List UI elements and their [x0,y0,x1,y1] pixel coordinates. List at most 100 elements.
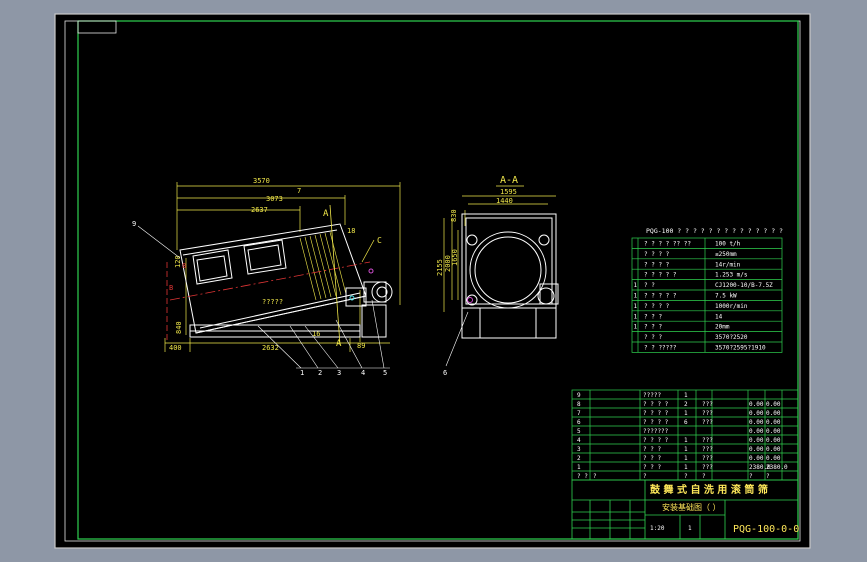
bom-cell-mat: ??? [702,401,713,408]
callout-4: 4 [361,369,365,377]
bom-cell-qty: 2 [684,401,688,408]
bom-cell-name: ??????? [643,428,669,435]
center-note: ????? [262,298,283,306]
parameter-table-title: PQG-100 ? ? ? ? ? ? ? ? ? ? ? ? ? ? [646,227,783,235]
section-label-a-bottom: A [336,339,342,349]
dim-offset: 400 [169,344,182,352]
bom-cell-name: ? ? ? ? [643,410,669,417]
dim-h-d: 830 [450,209,458,222]
bom-cell-qty: 1 [684,437,688,444]
bom-cell-no: 7 [577,410,581,417]
bom-cell-w2: 0.00 [766,446,781,453]
param-name: ? ? ? ? [644,261,670,268]
param-name: ? ? ? [644,334,662,341]
dim-right-h: 89 [357,342,365,350]
bom-cell-w2: ? [766,473,770,480]
bom-cell-no: 8 [577,401,581,408]
callout-5: 5 [383,369,387,377]
param-value: 20mm [715,324,730,331]
drawing-scale: 1:20 [650,525,665,532]
param-name: ? ? ????? [644,345,677,352]
param-value: 3570?2520 [715,334,748,341]
param-name: ? ? ? ? ?? ?? [644,241,691,248]
bom-cell-no: 9 [577,392,581,399]
dim-height: 840 [175,321,183,334]
param-name: ? ? ? ? [644,303,670,310]
param-value: 1.253 m/s [715,272,748,279]
dim-w-inner: 1440 [496,197,513,205]
bom-cell-w2: 0.00 [766,410,781,417]
section-label-a-top: A [323,209,329,219]
callout-9: 9 [132,220,136,228]
bom-cell-name: ? [643,473,647,480]
drawing-canvas [54,13,811,549]
bom-cell-qty: 1 [684,455,688,462]
bom-cell-mat: ??? [702,419,713,426]
dim-w-outer: 1595 [500,188,517,196]
dim-top-b: 2637 [251,206,268,214]
bom-cell-w1: 0.00 [749,410,764,417]
bom-cell-w1: 0.00 [749,401,764,408]
param-index: 1 [634,303,638,310]
bom-cell-no: 3 [577,446,581,453]
center-mark-8: 8 [182,262,186,270]
param-index: 1 [634,282,638,289]
bom-cell-name: ? ? ? ? [643,419,669,426]
param-name: ? ? ? ? [644,251,670,258]
bom-cell-no: 6 [577,419,581,426]
dim-small-c: 120 [174,255,182,268]
bom-cell-mat: ??? [702,446,713,453]
bom-cell-w1: 0.00 [749,428,764,435]
param-name: ? ? ? ? ? [644,293,677,300]
bom-cell-qty: 1 [684,410,688,417]
callout-3: 3 [337,369,341,377]
bom-cell-no: 5 [577,428,581,435]
bom-cell-name: ????? [643,392,661,399]
bom-cell-name: ? ? ? [643,464,661,471]
bom-cell-qty: 1 [684,392,688,399]
bom-cell-mat: ? [702,473,706,480]
bom-cell-qty: 6 [684,419,688,426]
bom-cell-name: ? ? ? ? [643,401,669,408]
param-value: 14 [715,313,723,320]
dim-overall: 3570 [253,177,270,185]
bom-cell-name: ? ? ? ? [643,437,669,444]
param-index: 1 [634,324,638,331]
bom-cell-w2: 0.00 [766,419,781,426]
bom-cell-w1: ? [749,473,753,480]
param-name: ? ? [644,282,655,289]
drawing-sheet: 1 [688,525,692,532]
bom-cell-qty: ? [684,473,688,480]
param-value: CJ1200-10/B-7.5Z [715,282,773,289]
drawing-title: 鼓 舞 式 自 洗 用 滚 筒 筛 [650,483,768,496]
drawing-subtitle: 安装基础图（ ） [662,502,721,512]
param-value: 100 t/h [715,241,741,248]
center-mark-b: B [169,284,173,292]
bom-cell-name: ? ? ? [643,446,661,453]
bom-cell-mat: ??? [702,464,713,471]
bom-cell-qty: 1 [684,446,688,453]
bom-cell-w1: 0.00 [749,437,764,444]
callout-6: 6 [443,369,447,377]
bom-cell-w1: 0.00 [749,419,764,426]
param-value: 14r/min [715,261,741,268]
section-label-c: C [377,236,382,245]
param-name: ? ? ? ? ? [644,272,677,279]
param-name: ? ? ? [644,313,662,320]
dim-h-a: 2155 [436,259,444,276]
bom-cell-qty: 1 [684,464,688,471]
bom-cell-w2: 0.00 [766,455,781,462]
bom-cell-no: ? ? [577,473,588,480]
bom-cell-w2: 0.00 [766,401,781,408]
bom-cell-w1: 0.00 [749,446,764,453]
bom-cell-no: 1 [577,464,581,471]
bom-cell-w1: 0.00 [749,455,764,462]
callout-2: 2 [318,369,322,377]
cad-viewport[interactable]: 3570 3073 2637 2632 400 840 89 7 18 16 1… [0,0,867,562]
bom-cell-w2: 2380.0 [766,464,788,471]
bom-cell-name: ? ? ? [643,455,661,462]
drawing-number: PQG-100-0-0 [733,524,799,535]
section-title: A-A [500,175,518,186]
param-index: 1 [634,293,638,300]
param-value: ≤250mm [715,251,737,258]
